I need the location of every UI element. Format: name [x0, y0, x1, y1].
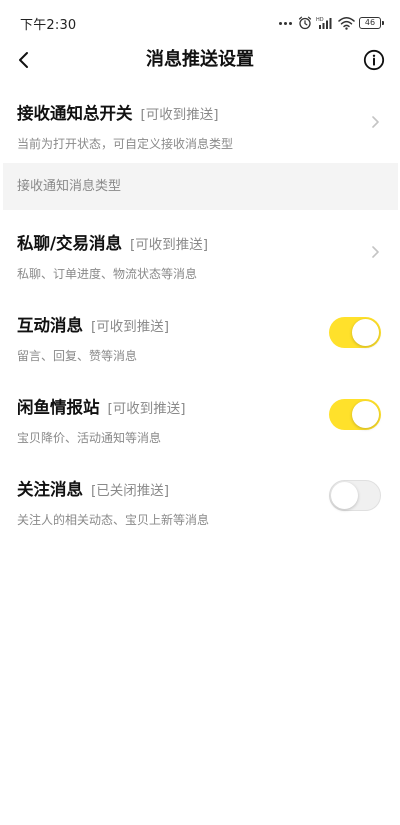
item-title: 私聊/交易消息	[17, 234, 123, 253]
item-description: 关注人的相关动态、宝贝上新等消息	[17, 513, 210, 527]
nav-bar: 消息推送设置	[0, 40, 400, 80]
battery-level: 46	[359, 17, 381, 29]
item-follow: 关注消息 [已关闭推送] 关注人的相关动态、宝贝上新等消息	[0, 476, 400, 528]
item-status: [可收到推送]	[130, 237, 209, 253]
wifi-icon	[338, 17, 355, 30]
battery-icon: 46	[359, 17, 384, 29]
svg-text:HD: HD	[316, 17, 324, 23]
item-description: 留言、回复、赞等消息	[17, 349, 138, 363]
signal-hd-icon: HD	[316, 17, 332, 29]
master-switch-title: 接收通知总开关	[17, 104, 133, 123]
item-info-station: 闲鱼情报站 [可收到推送] 宝贝降价、活动通知等消息	[0, 394, 400, 446]
master-switch-status: [可收到推送]	[140, 107, 219, 123]
item-status: [可收到推送]	[107, 401, 186, 417]
item-interaction: 互动消息 [可收到推送] 留言、回复、赞等消息	[0, 312, 400, 364]
master-switch-description: 当前为打开状态，可自定义接收消息类型	[17, 137, 234, 151]
item-description: 私聊、订单进度、物流状态等消息	[17, 267, 198, 281]
status-time: 下午2:30	[20, 17, 77, 33]
follow-toggle[interactable]	[329, 480, 381, 511]
info-button[interactable]	[360, 46, 388, 74]
page-title: 消息推送设置	[146, 49, 254, 70]
item-description: 宝贝降价、活动通知等消息	[17, 431, 162, 445]
toggle-knob	[331, 482, 358, 509]
info-station-toggle[interactable]	[329, 399, 381, 430]
alarm-icon	[298, 16, 312, 30]
section-header: 接收通知消息类型	[3, 163, 398, 210]
item-status: [已关闭推送]	[91, 483, 170, 499]
toggle-knob	[352, 401, 379, 428]
item-status: [可收到推送]	[91, 319, 170, 335]
toggle-knob	[352, 319, 379, 346]
status-icons: HD 46	[279, 16, 384, 30]
more-dots-icon	[279, 21, 292, 25]
item-title: 关注消息	[17, 480, 83, 499]
item-title: 闲鱼情报站	[17, 398, 100, 417]
master-switch-row[interactable]: 接收通知总开关 [可收到推送] 当前为打开状态，可自定义接收消息类型	[0, 100, 400, 152]
item-private-trade[interactable]: 私聊/交易消息 [可收到推送] 私聊、订单进度、物流状态等消息	[0, 230, 400, 282]
chevron-right-icon	[372, 116, 379, 128]
interaction-toggle[interactable]	[329, 317, 381, 348]
item-title: 互动消息	[17, 316, 83, 335]
chevron-right-icon	[372, 246, 379, 258]
info-circle-icon	[363, 49, 385, 71]
